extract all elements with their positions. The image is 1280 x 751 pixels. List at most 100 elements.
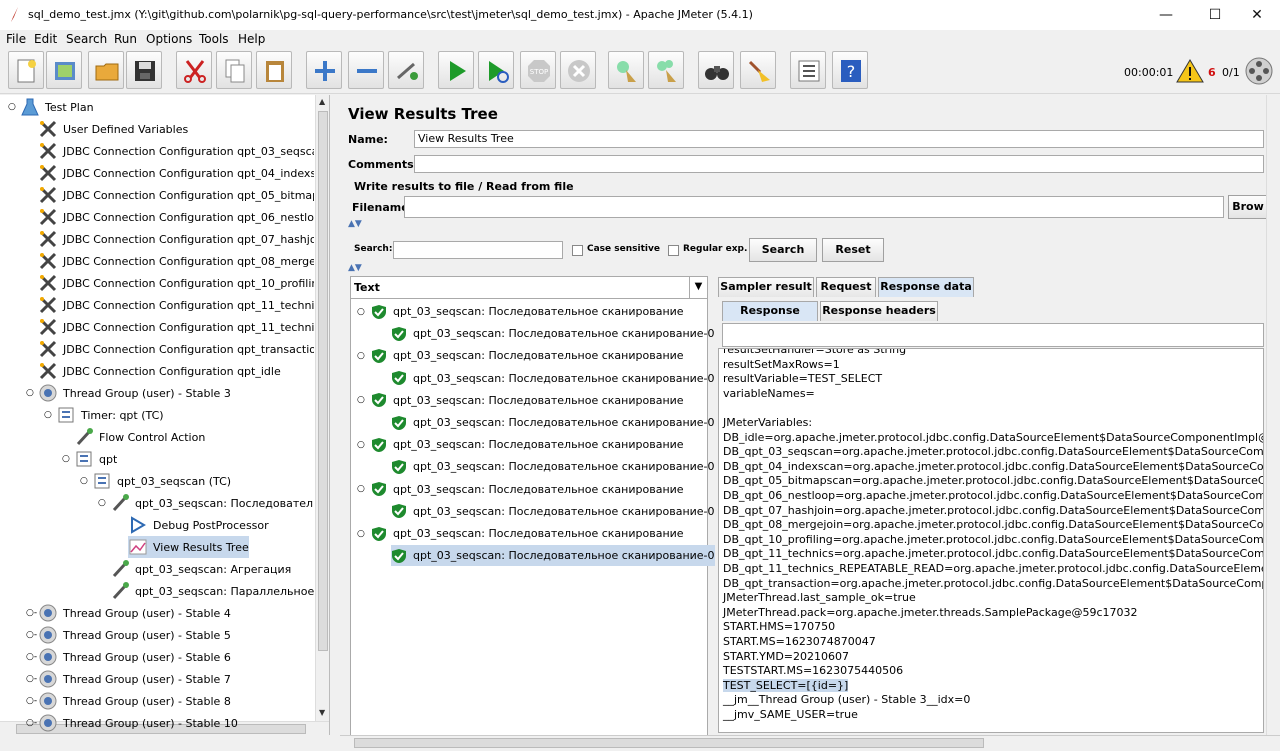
expand-toggle-icon[interactable]: ○- (26, 602, 37, 624)
tab-request[interactable]: Request (816, 277, 876, 297)
reset-search-button[interactable] (740, 51, 776, 89)
result-node[interactable]: qpt_03_seqscan: Последовательное сканиро… (371, 523, 684, 544)
tree-node[interactable]: JDBC Connection Configuration qpt_transa… (38, 338, 314, 360)
menu-search[interactable]: Search (66, 32, 107, 46)
case-sensitive-checkbox[interactable] (572, 245, 583, 256)
start-button[interactable] (438, 51, 474, 89)
search-button-toolbar[interactable] (698, 51, 734, 89)
regular-exp-checkbox[interactable] (668, 245, 679, 256)
panel-vertical-scrollbar[interactable] (1266, 95, 1278, 735)
tree-node[interactable]: Flow Control Action (74, 426, 205, 448)
result-node[interactable]: qpt_03_seqscan: Последовательное сканиро… (371, 301, 684, 322)
response-search-field[interactable] (722, 323, 1264, 347)
minimize-button[interactable]: — (1143, 0, 1189, 30)
panel-horizontal-scrollbar[interactable] (340, 735, 1280, 749)
tree-node[interactable]: JDBC Connection Configuration qpt_06_nes… (38, 206, 314, 228)
expand-all-button[interactable] (306, 51, 342, 89)
test-plan-tree[interactable]: ▲ ▼ Test Plan ○ User Defined Variables JDBC… (0, 95, 330, 735)
expand-toggle-icon[interactable]: ○ (357, 523, 365, 544)
tree-node[interactable]: qpt (74, 448, 117, 470)
splitter-icon[interactable]: ▲▼ (348, 263, 362, 273)
clear-all-button[interactable] (648, 51, 684, 89)
expand-toggle-icon[interactable]: ○ (357, 434, 365, 455)
save-button[interactable] (126, 51, 162, 89)
start-no-pauses-button[interactable] (478, 51, 514, 89)
tree-node[interactable]: View Results Tree (128, 536, 249, 558)
shutdown-button[interactable] (560, 51, 596, 89)
response-body-text[interactable]: resultSetHandler=Store as String resultSe… (718, 348, 1264, 733)
expand-toggle-icon[interactable]: ○- (26, 646, 37, 668)
toggle-button[interactable] (388, 51, 424, 89)
tree-node[interactable]: JDBC Connection Configuration qpt_03_seq… (38, 140, 314, 162)
search-input[interactable] (393, 241, 563, 259)
tree-node[interactable]: qpt_03_seqscan: Параллельное с (110, 580, 314, 602)
chevron-down-icon[interactable]: ▼ (689, 277, 707, 298)
result-node[interactable]: qpt_03_seqscan: Последовательное сканиро… (371, 434, 684, 455)
menu-options[interactable]: Options (146, 32, 192, 46)
result-node[interactable]: qpt_03_seqscan: Последовательное сканиро… (371, 390, 684, 411)
tree-node[interactable]: JDBC Connection Configuration qpt_08_mer… (38, 250, 314, 272)
close-button[interactable]: ✕ (1234, 0, 1280, 30)
menu-file[interactable]: File (6, 32, 26, 46)
tree-node[interactable]: JDBC Connection Configuration qpt_05_bit… (38, 184, 314, 206)
search-button[interactable]: Search (749, 238, 817, 262)
collapse-all-button[interactable] (348, 51, 384, 89)
help-button[interactable]: ? (832, 51, 868, 89)
result-node[interactable]: qpt_03_seqscan: Последовательное сканиро… (391, 456, 715, 477)
tree-vertical-scrollbar[interactable]: ▲ ▼ (315, 95, 329, 735)
results-tree[interactable]: Text ▼ qpt_03_seqscan: Последовательное … (350, 276, 715, 736)
stop-button[interactable]: STOP (520, 51, 556, 89)
scrollbar-thumb[interactable] (354, 738, 984, 748)
tree-node[interactable]: Thread Group (user) - Stable 7 (38, 668, 231, 690)
menu-help[interactable]: Help (238, 32, 265, 46)
menu-edit[interactable]: Edit (34, 32, 57, 46)
filename-input[interactable] (404, 196, 1224, 218)
result-node[interactable]: qpt_03_seqscan: Последовательное сканиро… (391, 412, 715, 433)
tree-node[interactable]: Test Plan (20, 96, 94, 118)
tree-node[interactable]: Thread Group (user) - Stable 3 (38, 382, 231, 404)
expand-toggle-icon[interactable]: ○- (26, 624, 37, 646)
tree-node[interactable]: JDBC Connection Configuration qpt_04_ind… (38, 162, 314, 184)
expand-toggle-icon[interactable]: ○- (26, 690, 37, 712)
result-node[interactable]: qpt_03_seqscan: Последовательное сканиро… (391, 368, 715, 389)
tree-node[interactable]: qpt_03_seqscan: Агрегация (110, 558, 291, 580)
tab-sampler-result[interactable]: Sampler result (718, 277, 814, 297)
scroll-down-icon[interactable]: ▼ (319, 708, 325, 717)
tree-node[interactable]: qpt_03_seqscan: Последовательное (110, 492, 314, 514)
result-node[interactable]: qpt_03_seqscan: Последовательное сканиро… (371, 345, 684, 366)
result-node[interactable]: qpt_03_seqscan: Последовательное сканиро… (391, 323, 715, 344)
comments-field[interactable] (414, 155, 1264, 173)
expand-toggle-icon[interactable]: ○- (26, 668, 37, 690)
tree-node[interactable]: Timer: qpt (TC) (56, 404, 164, 426)
tree-node[interactable]: JDBC Connection Configuration qpt_11_tec… (38, 316, 314, 338)
expand-toggle-icon[interactable]: ○ (44, 404, 52, 426)
cut-button[interactable] (176, 51, 212, 89)
tree-node[interactable]: qpt_03_seqscan (TC) (92, 470, 231, 492)
reset-button[interactable]: Reset (822, 238, 884, 262)
tree-node[interactable]: Thread Group (user) - Stable 4 (38, 602, 231, 624)
function-helper-button[interactable] (790, 51, 826, 89)
copy-button[interactable] (216, 51, 252, 89)
tab-response-body[interactable]: Response Body (722, 301, 818, 335)
scrollbar-thumb[interactable] (318, 111, 328, 651)
expand-toggle-icon[interactable]: ○ (357, 390, 365, 411)
tree-node[interactable]: Thread Group (user) - Stable 10 (38, 712, 238, 734)
expand-toggle-icon[interactable]: ○ (8, 96, 16, 118)
open-button[interactable] (88, 51, 124, 89)
expand-toggle-icon[interactable]: ○ (357, 479, 365, 500)
tree-node[interactable]: JDBC Connection Configuration qpt_idle (38, 360, 281, 382)
expand-toggle-icon[interactable]: ○ (98, 492, 106, 514)
expand-toggle-icon[interactable]: ○ (357, 301, 365, 322)
expand-toggle-icon[interactable]: ○ (26, 382, 34, 404)
name-field[interactable]: View Results Tree (414, 130, 1264, 148)
expand-toggle-icon[interactable]: ○ (357, 345, 365, 366)
expand-toggle-icon[interactable]: ○ (80, 470, 88, 492)
splitter-icon[interactable]: ▲▼ (348, 219, 362, 229)
result-node[interactable]: qpt_03_seqscan: Последовательное сканиро… (391, 501, 715, 522)
paste-button[interactable] (256, 51, 292, 89)
menu-run[interactable]: Run (114, 32, 137, 46)
tree-node[interactable]: JDBC Connection Configuration qpt_10_pro… (38, 272, 314, 294)
tree-node[interactable]: JDBC Connection Configuration qpt_11_tec… (38, 294, 314, 316)
clear-button[interactable] (608, 51, 644, 89)
menu-tools[interactable]: Tools (199, 32, 229, 46)
